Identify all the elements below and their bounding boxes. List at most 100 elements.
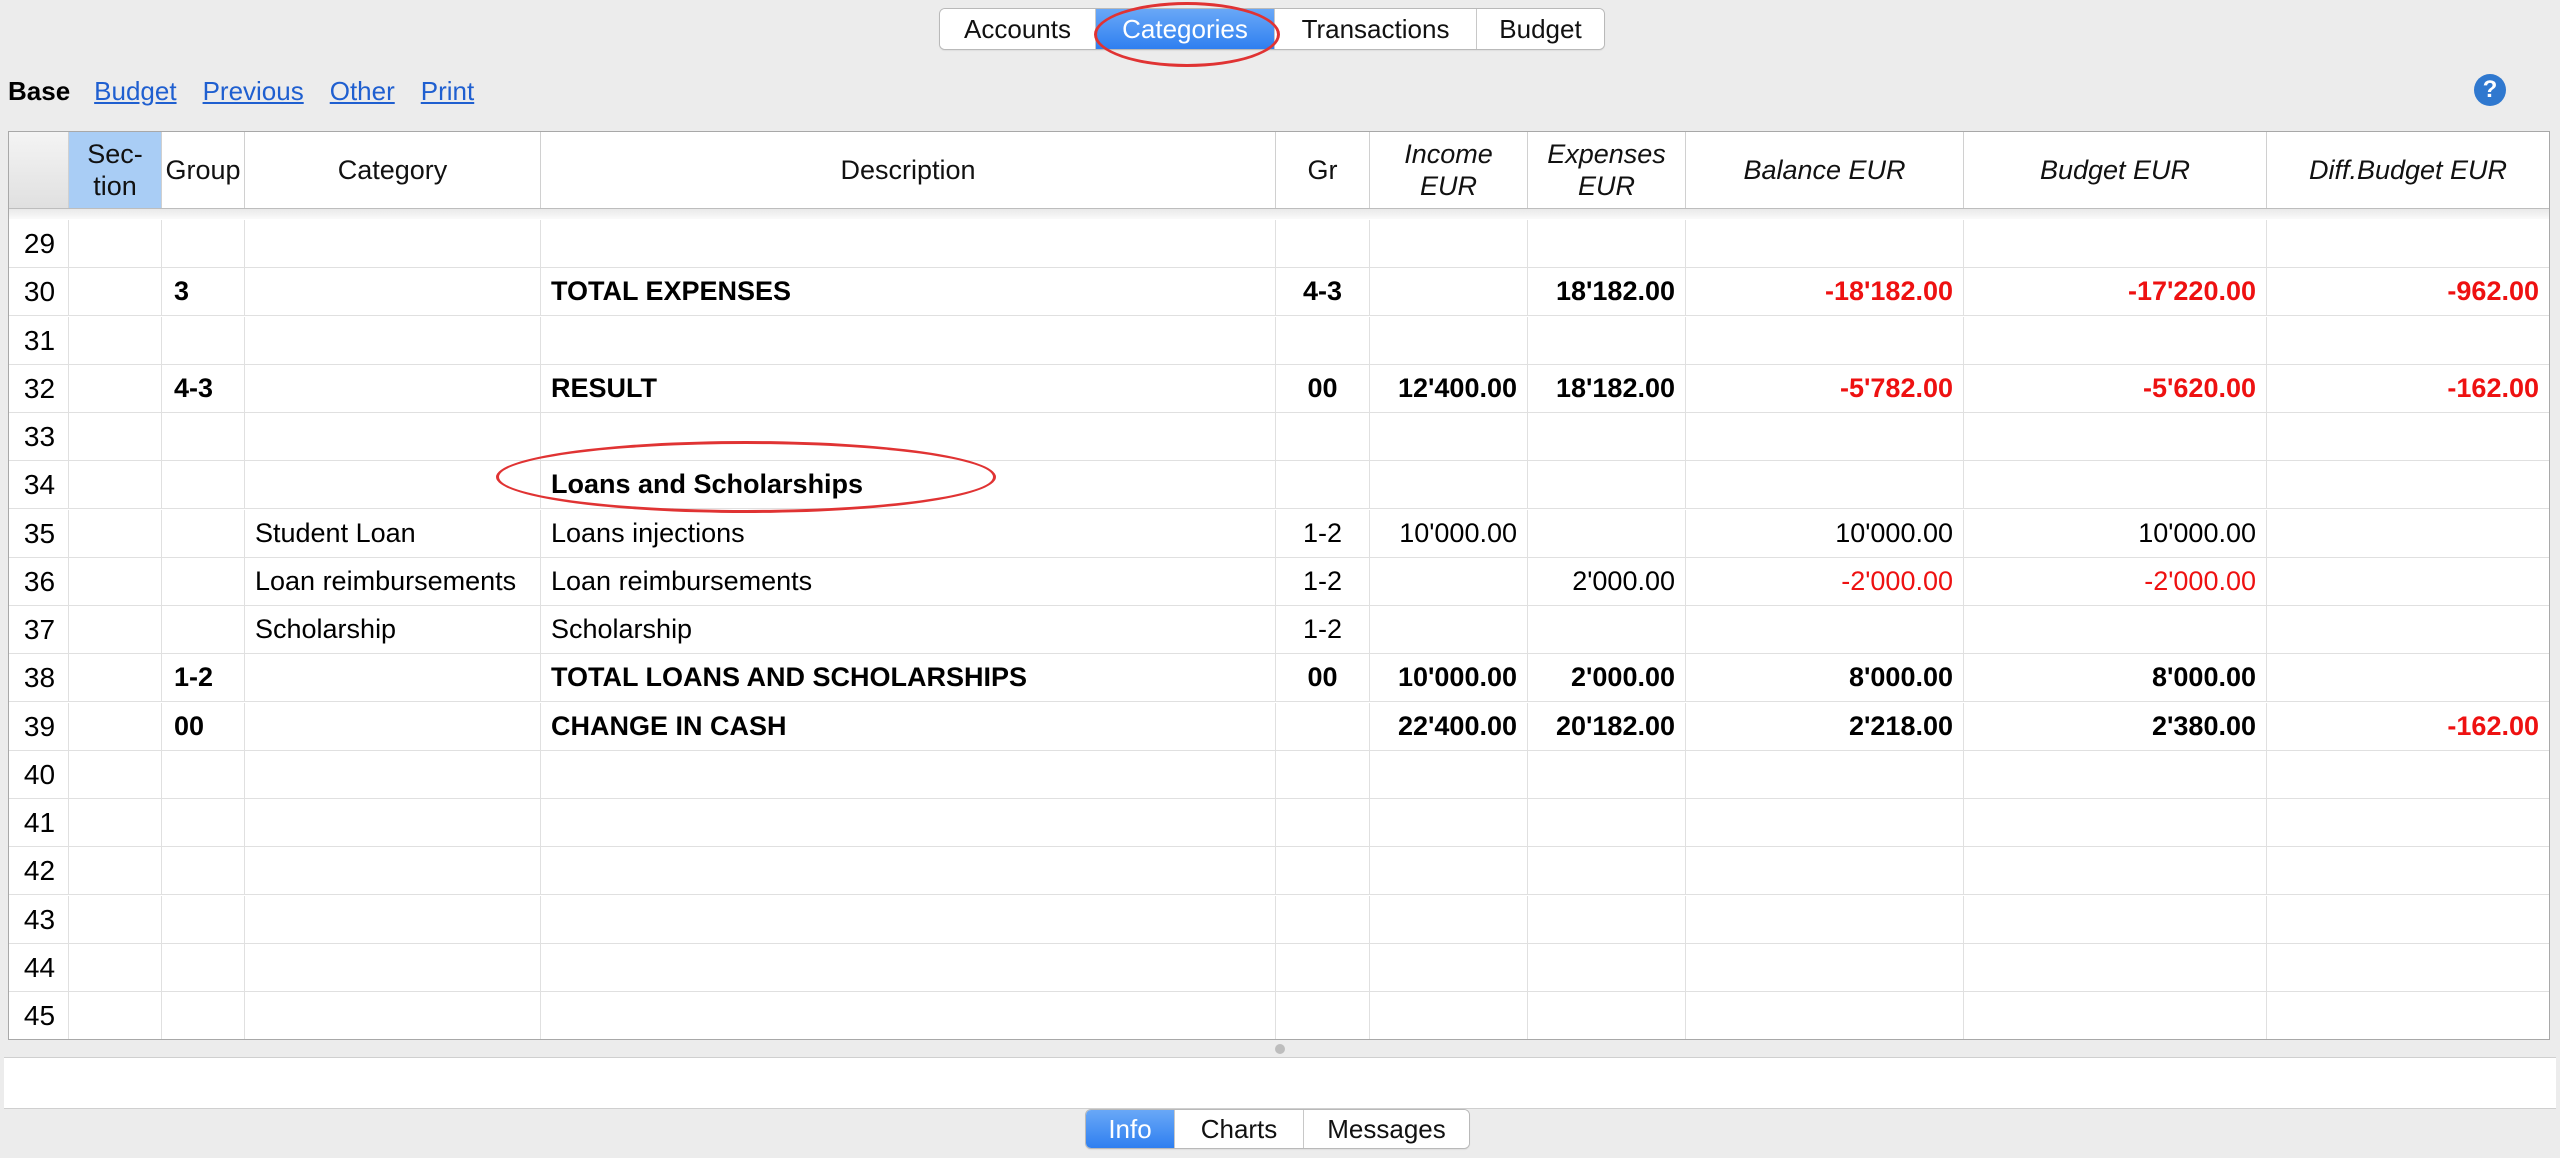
help-icon[interactable]: ? <box>2474 74 2506 106</box>
cell-section[interactable] <box>69 220 162 267</box>
cell-group[interactable] <box>162 220 245 267</box>
cell-budget[interactable]: 10'000.00 <box>1964 509 2267 557</box>
cell-diff-budget[interactable] <box>2267 896 2549 943</box>
cell-budget[interactable]: -2'000.00 <box>1964 557 2267 605</box>
table-row[interactable]: 34 Loans and Scholarships <box>9 461 2549 510</box>
table-row[interactable]: 37 Scholarship Scholarship 1-2 <box>9 606 2549 654</box>
cell-gr[interactable] <box>1276 220 1370 267</box>
cell-description[interactable] <box>541 799 1276 846</box>
cell-section[interactable] <box>69 461 162 509</box>
header-balance[interactable]: Balance EUR <box>1686 132 1964 208</box>
cell-diff-budget[interactable] <box>2267 461 2549 508</box>
row-number[interactable]: 40 <box>9 750 69 798</box>
cell-category[interactable]: Scholarship <box>245 606 541 653</box>
cell-diff-budget[interactable] <box>2267 799 2549 846</box>
cell-group[interactable] <box>162 992 245 1039</box>
cell-section[interactable] <box>69 992 162 1039</box>
table-row[interactable]: 39 00 CHANGE IN CASH 22'400.00 20'182.00 2'21… <box>9 702 2549 751</box>
cell-category[interactable] <box>245 992 541 1039</box>
header-expenses[interactable]: Expenses EUR <box>1528 132 1686 208</box>
row-number[interactable]: 39 <box>9 702 69 750</box>
cell-expenses[interactable]: 2'000.00 <box>1528 654 1686 702</box>
cell-description[interactable]: CHANGE IN CASH <box>541 702 1276 750</box>
cell-budget[interactable] <box>1964 750 2267 798</box>
cell-income[interactable] <box>1370 268 1528 316</box>
cell-balance[interactable] <box>1686 847 1964 895</box>
table-row[interactable]: 45 <box>9 992 2549 1039</box>
header-budget[interactable]: Budget EUR <box>1964 132 2267 208</box>
table-row[interactable]: 42 <box>9 847 2549 896</box>
cell-group[interactable] <box>162 606 245 653</box>
cell-balance[interactable]: 10'000.00 <box>1686 509 1964 557</box>
tab-transactions[interactable]: Transactions <box>1275 9 1477 49</box>
tab-accounts[interactable]: Accounts <box>940 9 1096 49</box>
row-number[interactable]: 42 <box>9 847 69 895</box>
cell-budget[interactable] <box>1964 461 2267 509</box>
cell-diff-budget[interactable] <box>2267 220 2549 267</box>
cell-expenses[interactable] <box>1528 750 1686 798</box>
cell-category[interactable] <box>245 847 541 895</box>
cell-category[interactable] <box>245 220 541 267</box>
splitter-handle[interactable] <box>1275 1044 1285 1054</box>
cell-section[interactable] <box>69 509 162 557</box>
row-number[interactable]: 32 <box>9 364 69 412</box>
row-number[interactable]: 34 <box>9 461 69 509</box>
cell-budget[interactable]: 2'380.00 <box>1964 702 2267 750</box>
cell-expenses[interactable] <box>1528 943 1686 991</box>
cell-description[interactable]: Loans and Scholarships <box>541 461 1276 509</box>
header-income[interactable]: Income EUR <box>1370 132 1528 208</box>
table-row[interactable]: 30 3 TOTAL EXPENSES 4-3 18'182.00 -18'182.00-… <box>9 268 2549 317</box>
row-number[interactable]: 35 <box>9 509 69 557</box>
cell-group[interactable] <box>162 557 245 605</box>
cell-section[interactable] <box>69 847 162 895</box>
table-row[interactable]: 36 Loan reimbursements Loan reimbursements… <box>9 557 2549 606</box>
cell-section[interactable] <box>69 557 162 605</box>
cell-description[interactable]: TOTAL LOANS AND SCHOLARSHIPS <box>541 654 1276 702</box>
cell-income[interactable] <box>1370 799 1528 846</box>
cell-group[interactable]: 3 <box>162 268 245 316</box>
cell-expenses[interactable] <box>1528 316 1686 364</box>
cell-income[interactable] <box>1370 943 1528 991</box>
view-link-budget[interactable]: Budget <box>94 76 176 107</box>
cell-section[interactable] <box>69 750 162 798</box>
cell-income[interactable]: 22'400.00 <box>1370 702 1528 750</box>
cell-group[interactable]: 4-3 <box>162 364 245 412</box>
cell-group[interactable] <box>162 895 245 943</box>
cell-expenses[interactable]: 18'182.00 <box>1528 268 1686 316</box>
cell-description[interactable] <box>541 220 1276 267</box>
cell-category[interactable] <box>245 799 541 846</box>
row-number[interactable]: 43 <box>9 895 69 943</box>
table-row[interactable]: 33 <box>9 413 2549 461</box>
cell-group[interactable] <box>162 943 245 991</box>
cell-income[interactable]: 10'000.00 <box>1370 509 1528 557</box>
cell-category[interactable] <box>245 943 541 991</box>
cell-category[interactable] <box>245 364 541 412</box>
cell-gr[interactable] <box>1276 895 1370 943</box>
cell-section[interactable] <box>69 799 162 846</box>
cell-expenses[interactable] <box>1528 509 1686 557</box>
cell-gr[interactable] <box>1276 943 1370 991</box>
table-row[interactable]: 32 4-3 RESULT 00 12'400.00 18'182.00 -5'782.00… <box>9 364 2549 413</box>
tab-info[interactable]: Info <box>1086 1110 1175 1148</box>
cell-group[interactable]: 1-2 <box>162 654 245 702</box>
cell-category[interactable]: Loan reimbursements <box>245 557 541 605</box>
cell-balance[interactable] <box>1686 750 1964 798</box>
cell-category[interactable] <box>245 702 541 750</box>
cell-category[interactable] <box>245 461 541 509</box>
cell-gr[interactable] <box>1276 847 1370 895</box>
header-description[interactable]: Description <box>541 132 1276 208</box>
header-gr[interactable]: Gr <box>1276 132 1370 208</box>
cell-group[interactable]: 00 <box>162 702 245 750</box>
cell-diff-budget[interactable]: -962.00 <box>2267 268 2549 315</box>
cell-description[interactable] <box>541 413 1276 460</box>
cell-description[interactable] <box>541 895 1276 943</box>
table-row[interactable]: 38 1-2 TOTAL LOANS AND SCHOLARSHIPS 00 10'00… <box>9 654 2549 703</box>
cell-description[interactable] <box>541 847 1276 895</box>
header-section[interactable]: Sec- tion <box>69 132 162 208</box>
cell-section[interactable] <box>69 364 162 412</box>
table-row[interactable]: 29 <box>9 220 2549 268</box>
cell-gr[interactable]: 1-2 <box>1276 557 1370 605</box>
cell-budget[interactable] <box>1964 316 2267 364</box>
cell-expenses[interactable] <box>1528 992 1686 1039</box>
tab-budget[interactable]: Budget <box>1477 9 1604 49</box>
